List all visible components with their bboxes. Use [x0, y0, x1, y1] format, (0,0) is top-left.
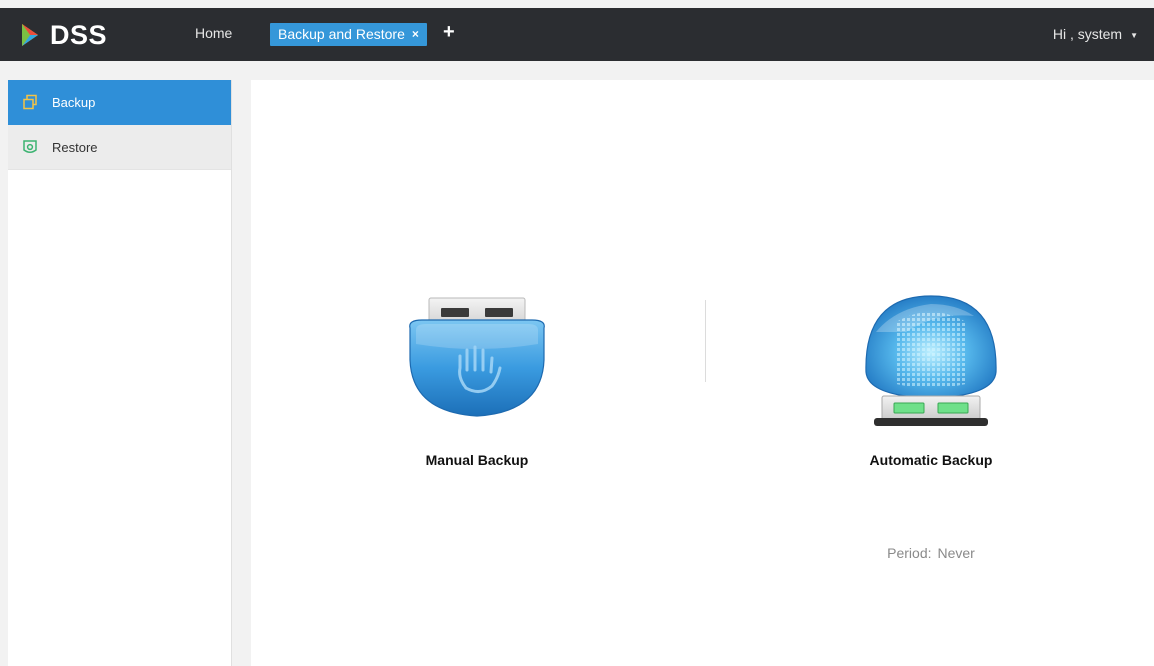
- user-greeting: Hi , system: [1052, 26, 1123, 42]
- manual-backup-label: Manual Backup: [425, 452, 529, 468]
- automatic-backup-card[interactable]: Automatic Backup: [841, 292, 1021, 468]
- restore-icon: [22, 139, 38, 155]
- logo-text: DSS: [50, 19, 108, 50]
- period-value: Never: [937, 545, 975, 561]
- sidebar-item-backup[interactable]: Backup: [8, 80, 231, 125]
- backup-icon: [22, 94, 38, 110]
- sidebar: Backup Restore: [8, 80, 232, 666]
- user-menu[interactable]: Hi , system ▼: [1053, 26, 1138, 42]
- tab-backup-and-restore[interactable]: Backup and Restore ×: [270, 23, 427, 46]
- divider: [705, 300, 706, 382]
- sidebar-item-label: Restore: [52, 139, 98, 155]
- automatic-backup-label: Automatic Backup: [869, 452, 993, 468]
- dss-logo-icon: [22, 24, 38, 46]
- manual-backup-icon: [409, 297, 545, 417]
- nav-home-link[interactable]: Home: [195, 25, 232, 41]
- caret-down-icon: ▼: [1130, 30, 1138, 40]
- main-panel: Manual Backup Automatic Backup Period: N…: [251, 80, 1154, 666]
- sidebar-item-restore[interactable]: Restore: [8, 125, 231, 170]
- backup-period: Period: Never: [841, 545, 1021, 561]
- automatic-backup-icon: [865, 295, 997, 426]
- tab-label: Backup and Restore: [278, 26, 405, 42]
- add-tab-button[interactable]: +: [443, 21, 455, 44]
- manual-backup-card[interactable]: Manual Backup: [387, 292, 567, 468]
- sidebar-item-label: Backup: [52, 94, 96, 110]
- dss-logo[interactable]: DSS: [18, 20, 107, 50]
- top-bar: DSS Home Backup and Restore × + Hi , sys…: [0, 8, 1154, 61]
- period-label: Period:: [887, 545, 932, 561]
- close-tab-icon[interactable]: ×: [412, 26, 419, 42]
